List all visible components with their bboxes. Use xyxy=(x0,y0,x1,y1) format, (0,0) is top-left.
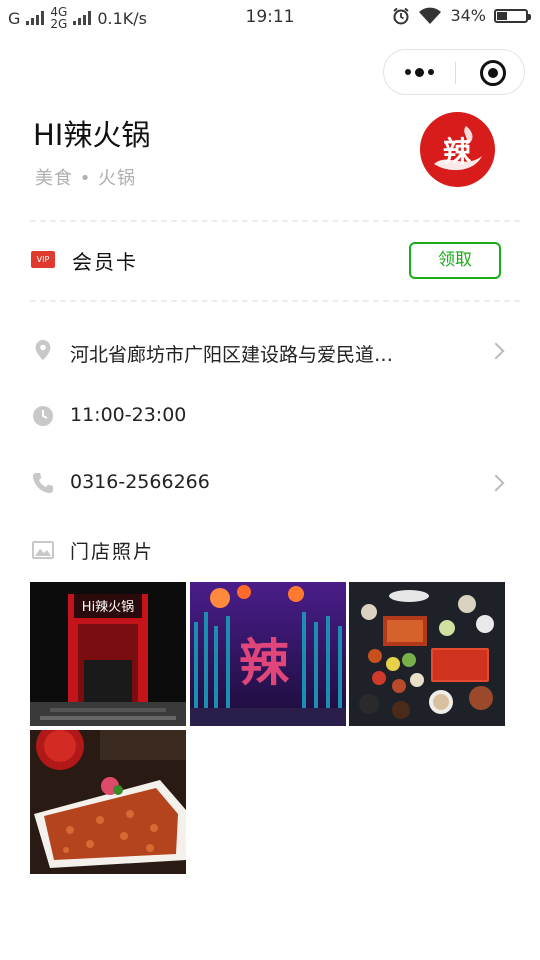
mini-program-capsule xyxy=(383,49,525,95)
store-photos-label: 门店照片 xyxy=(70,541,155,563)
member-card-label: 会员卡 xyxy=(72,250,138,274)
store-category: 美食 • 火锅 xyxy=(35,168,137,189)
store-photo-hotpot-table[interactable] xyxy=(349,582,505,726)
divider xyxy=(30,300,520,302)
clock-icon xyxy=(33,406,53,426)
chevron-right-icon xyxy=(487,474,505,492)
store-photo-storefront[interactable]: Hi辣火锅 xyxy=(30,582,186,726)
phone-number: 0316-2566266 xyxy=(70,471,210,493)
status-bar: G 4G 2G 0.1K/s 19:11 34% xyxy=(0,0,540,36)
business-hours: 11:00-23:00 xyxy=(70,404,187,426)
battery-percent: 34% xyxy=(450,6,486,25)
store-address: 河北省廊坊市广阳区建设路与爱民道… xyxy=(70,344,394,366)
more-options-button[interactable] xyxy=(384,50,455,94)
divider xyxy=(30,220,520,222)
logo-glyph: 辣 xyxy=(443,135,472,168)
interior-sign: 辣 xyxy=(239,633,290,692)
location-pin-icon xyxy=(35,340,51,360)
store-photo-interior[interactable]: 辣 xyxy=(190,582,346,726)
image-icon xyxy=(32,541,54,559)
storefront-sign: Hi辣火锅 xyxy=(82,599,134,615)
vip-card-icon: VIP xyxy=(31,251,55,268)
battery-icon xyxy=(494,8,531,23)
chevron-right-icon xyxy=(487,342,505,360)
store-photo-dish[interactable] xyxy=(30,730,186,874)
close-mini-program-button[interactable] xyxy=(480,60,506,86)
phone-icon xyxy=(33,473,53,493)
store-name: HI辣火锅 xyxy=(33,118,151,152)
alarm-icon xyxy=(393,7,410,24)
store-logo: 辣 xyxy=(420,112,495,187)
claim-member-card-button[interactable]: 领取 xyxy=(409,242,501,279)
wifi-icon xyxy=(419,7,442,24)
